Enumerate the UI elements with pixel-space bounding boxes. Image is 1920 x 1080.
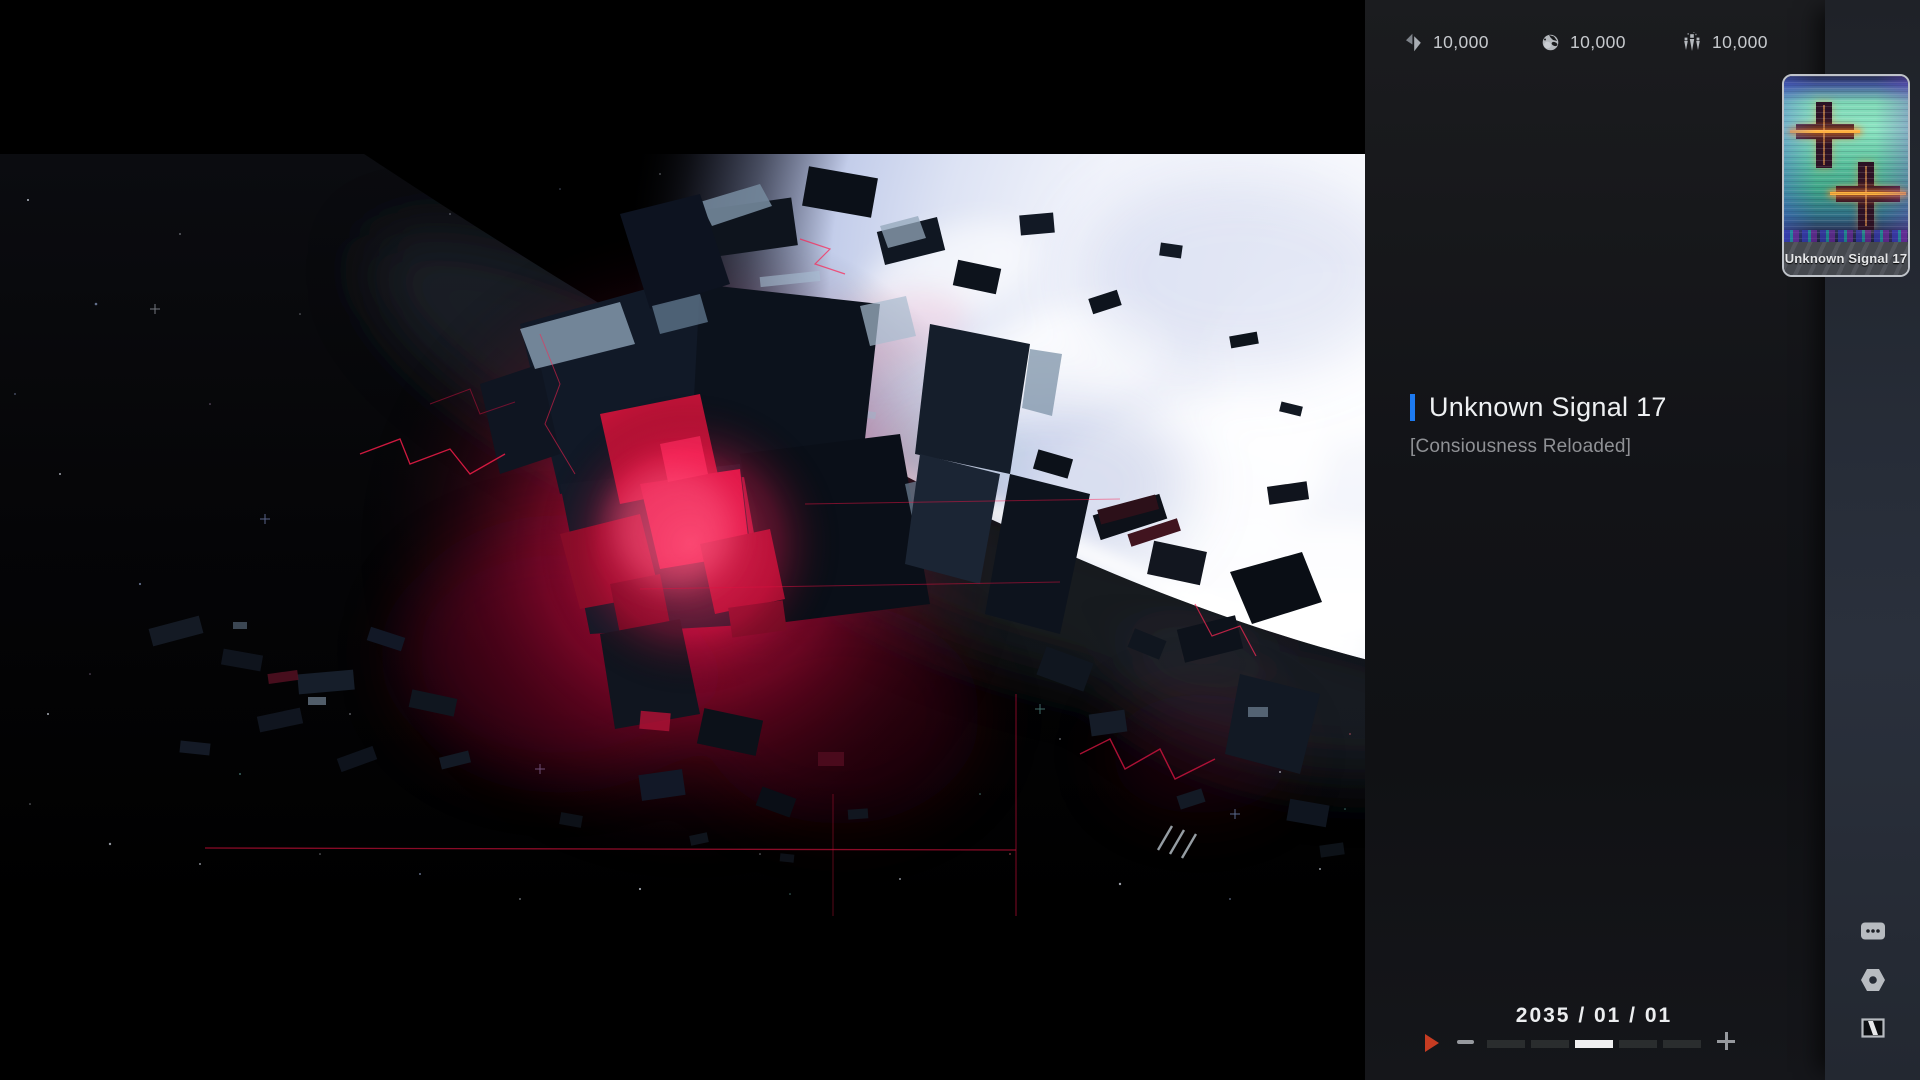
more-options-button[interactable]	[1860, 921, 1886, 946]
resource-energy: 10,000	[1403, 30, 1489, 54]
timeline-segment-inactive[interactable]	[1487, 1040, 1525, 1048]
signal-card-art	[1784, 76, 1908, 242]
timeline-segments	[1487, 1040, 1701, 1048]
timeline-segment-inactive[interactable]	[1619, 1040, 1657, 1048]
timeline-segment-inactive[interactable]	[1531, 1040, 1569, 1048]
more-options-icon	[1860, 921, 1886, 941]
signal-card[interactable]: Unknown Signal 17	[1782, 74, 1910, 277]
event-title: Unknown Signal 17	[1429, 392, 1667, 423]
glitch-fringe	[1784, 76, 1908, 242]
resource-energy-value: 10,000	[1433, 32, 1489, 53]
event-title-row: Unknown Signal 17	[1410, 392, 1667, 423]
timeline-segment-inactive[interactable]	[1663, 1040, 1701, 1048]
speed-increase-button[interactable]	[1717, 1032, 1735, 1050]
title-accent-bar	[1410, 394, 1415, 421]
resource-world-value: 10,000	[1570, 32, 1626, 53]
timeline-date: 2035 / 01 / 01	[1483, 1004, 1705, 1028]
globe-icon	[1540, 32, 1561, 53]
settings-button[interactable]	[1859, 967, 1887, 998]
cinematic-scene	[0, 154, 1365, 916]
display-texture-button[interactable]	[1861, 1018, 1885, 1043]
hex-nut-icon	[1859, 967, 1887, 993]
resource-world: 10,000	[1540, 30, 1626, 54]
population-icon	[1681, 31, 1703, 53]
display-texture-icon	[1861, 1018, 1885, 1038]
cinematic-stage	[0, 0, 1365, 1080]
play-button[interactable]	[1425, 1034, 1439, 1052]
resource-population: 10,000	[1681, 30, 1768, 54]
signal-card-label: Unknown Signal 17	[1784, 242, 1908, 275]
glitch-bottom-band	[1784, 230, 1908, 242]
speed-decrease-button[interactable]	[1457, 1040, 1474, 1044]
timeline-segment-active[interactable]	[1575, 1040, 1613, 1048]
event-subtitle: [Consiousness Reloaded]	[1410, 436, 1631, 458]
sidebar-panel: 10,000 10,000 10,000	[1365, 0, 1920, 1080]
resource-population-value: 10,000	[1712, 32, 1768, 53]
space-scene-art	[0, 154, 1365, 916]
energy-icon	[1403, 32, 1424, 53]
